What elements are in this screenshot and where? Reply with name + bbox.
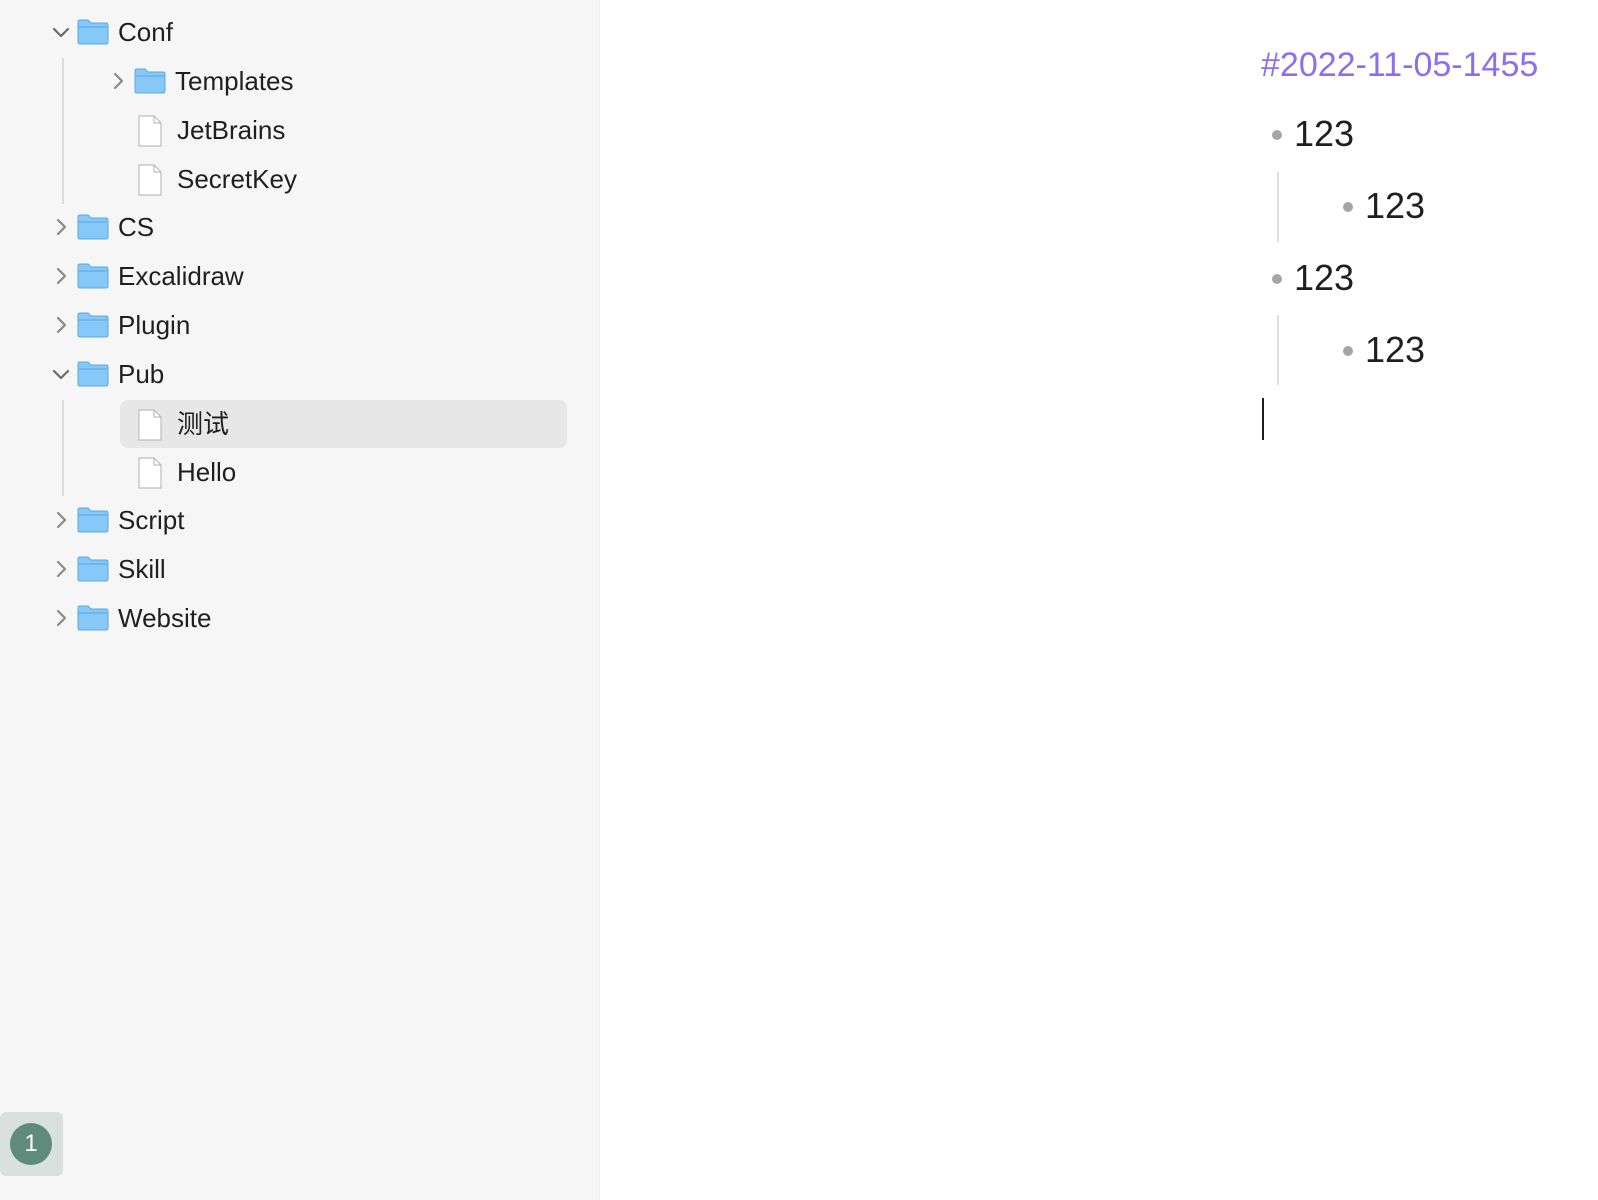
- tree-item-label: Script: [118, 505, 185, 535]
- chevron-right-icon[interactable]: [49, 264, 73, 288]
- bullet-dot[interactable]: [1343, 202, 1353, 212]
- tree-file-jetbrains[interactable]: JetBrains: [0, 106, 599, 155]
- chevron-down-icon[interactable]: [49, 362, 73, 386]
- chevron-down-icon[interactable]: [49, 20, 73, 44]
- tree-item-label: Templates: [175, 66, 294, 96]
- folder-icon: [77, 214, 109, 240]
- folder-icon: [77, 19, 109, 45]
- chevron-right-icon[interactable]: [49, 606, 73, 630]
- file-icon: [137, 457, 163, 489]
- tree-folder-skill[interactable]: Skill: [0, 545, 599, 594]
- tree-item-label: Conf: [118, 17, 173, 47]
- text-cursor: [1262, 398, 1264, 440]
- tree-folder-templates[interactable]: Templates: [0, 57, 599, 106]
- vault-switcher[interactable]: 1: [0, 1112, 63, 1176]
- file-explorer-sidebar: Conf Templates JetBrains SecretKey CS Ex…: [0, 0, 600, 1200]
- folder-icon: [134, 68, 166, 94]
- folder-icon: [77, 507, 109, 533]
- editor-pane[interactable]: #2022-11-05-1455 123 123 123 123: [601, 0, 1598, 1200]
- bullet-text: 123: [1294, 257, 1355, 298]
- folder-icon: [77, 263, 109, 289]
- tree-folder-script[interactable]: Script: [0, 496, 599, 545]
- tree-item-label: SecretKey: [177, 164, 297, 194]
- tree-item-label: Website: [118, 603, 212, 633]
- folder-icon: [77, 312, 109, 338]
- tree-item-label: Excalidraw: [118, 261, 244, 291]
- file-icon: [137, 115, 163, 147]
- bullet-dot[interactable]: [1343, 346, 1353, 356]
- tree-folder-website[interactable]: Website: [0, 594, 599, 643]
- tree-folder-conf[interactable]: Conf: [0, 8, 599, 57]
- tree-folder-cs[interactable]: CS: [0, 203, 599, 252]
- app-window: Conf Templates JetBrains SecretKey CS Ex…: [0, 0, 1598, 1200]
- chevron-right-icon[interactable]: [106, 69, 130, 93]
- tree-file-hello[interactable]: Hello: [0, 448, 599, 497]
- folder-icon: [77, 361, 109, 387]
- chevron-right-icon[interactable]: [49, 508, 73, 532]
- tree-folder-pub[interactable]: Pub: [0, 350, 599, 399]
- tree-item-label: CS: [118, 212, 155, 242]
- tree-item-label: Skill: [118, 554, 166, 584]
- tree-item-label: Hello: [177, 457, 237, 487]
- indent-guide-line: [1277, 172, 1279, 242]
- indent-guide-line: [1277, 315, 1279, 385]
- bullet-text: 123: [1365, 185, 1426, 226]
- tree-file-secretkey[interactable]: SecretKey: [0, 155, 599, 204]
- bullet-dot[interactable]: [1272, 274, 1282, 284]
- bullet-text: 123: [1294, 113, 1355, 154]
- folder-icon: [77, 556, 109, 582]
- date-tag-link[interactable]: #2022-11-05-1455: [1261, 42, 1538, 88]
- file-icon: [137, 409, 163, 441]
- tree-item-label: Plugin: [118, 310, 191, 340]
- vault-badge[interactable]: 1: [10, 1123, 52, 1165]
- tree-file-ceshi[interactable]: 测试: [0, 400, 599, 449]
- folder-icon: [77, 605, 109, 631]
- chevron-right-icon[interactable]: [49, 557, 73, 581]
- bullet-text: 123: [1365, 329, 1426, 370]
- tree-folder-excalidraw[interactable]: Excalidraw: [0, 252, 599, 301]
- chevron-right-icon[interactable]: [49, 215, 73, 239]
- tree-item-label: JetBrains: [177, 115, 286, 145]
- chevron-right-icon[interactable]: [49, 313, 73, 337]
- tree-item-label: Pub: [118, 359, 165, 389]
- tree-item-label: 测试: [177, 409, 230, 439]
- file-icon: [137, 164, 163, 196]
- bullet-dot[interactable]: [1272, 130, 1282, 140]
- tree-folder-plugin[interactable]: Plugin: [0, 301, 599, 350]
